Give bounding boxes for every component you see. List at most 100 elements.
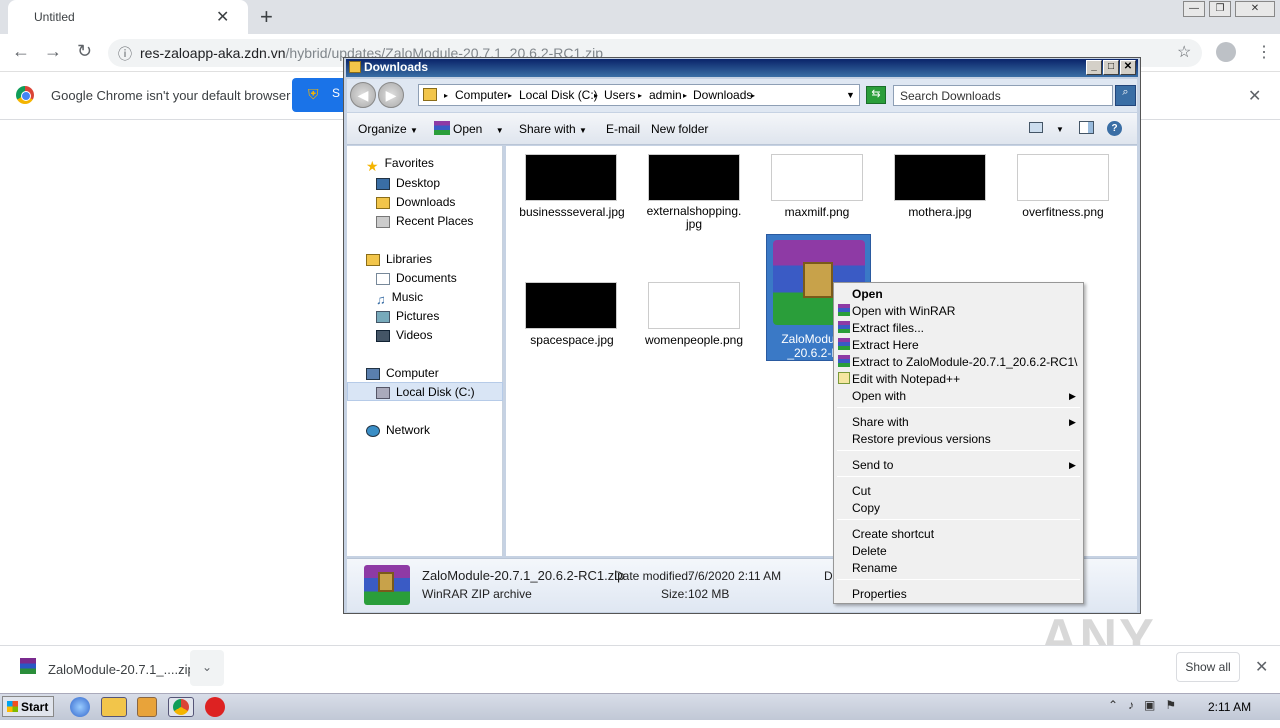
close-window-button[interactable]: ✕ bbox=[1235, 1, 1275, 17]
nav-desktop[interactable]: Desktop bbox=[376, 176, 440, 190]
breadcrumb-admin[interactable]: admin bbox=[649, 88, 682, 102]
menu-copy[interactable]: Copy bbox=[852, 501, 880, 515]
download-shelf-close-icon[interactable]: ✕ bbox=[1255, 657, 1268, 677]
file-thumbnail[interactable] bbox=[771, 154, 863, 201]
reload-icon[interactable]: ↻ bbox=[77, 41, 92, 62]
explorer-back-button[interactable]: ◀ bbox=[350, 82, 376, 108]
submenu-arrow-icon: ▶ bbox=[1069, 460, 1076, 470]
file-name[interactable]: overfitness.png bbox=[1003, 205, 1123, 219]
tab-close-icon[interactable]: ✕ bbox=[216, 7, 229, 27]
menu-extract-here[interactable]: Extract Here bbox=[852, 338, 919, 352]
details-extra: D bbox=[824, 569, 833, 583]
chevron-right-icon[interactable]: ▸ bbox=[444, 91, 448, 100]
nav-favorites[interactable]: ★ Favorites bbox=[366, 156, 434, 174]
menu-delete[interactable]: Delete bbox=[852, 544, 887, 558]
file-thumbnail[interactable] bbox=[1017, 154, 1109, 201]
forward-icon[interactable]: → bbox=[44, 41, 62, 62]
nav-music[interactable]: ♫ Music bbox=[376, 290, 423, 307]
email-button[interactable]: E-mail bbox=[606, 122, 640, 136]
minimize-button[interactable]: — bbox=[1183, 1, 1205, 17]
view-icon[interactable] bbox=[1029, 122, 1043, 133]
bookmark-star-icon[interactable]: ☆ bbox=[1177, 42, 1191, 62]
folder-icon bbox=[423, 88, 437, 101]
file-thumbnail[interactable] bbox=[648, 282, 740, 329]
search-input[interactable]: Search Downloads bbox=[893, 85, 1113, 106]
chevron-right-icon[interactable]: ▸ bbox=[594, 91, 598, 100]
explorer-maximize-button[interactable]: □ bbox=[1103, 60, 1119, 75]
maximize-button[interactable]: ❐ bbox=[1209, 1, 1231, 17]
nav-libraries[interactable]: Libraries bbox=[366, 252, 432, 266]
profile-avatar[interactable] bbox=[1216, 42, 1236, 62]
download-item-name[interactable]: ZaloModule-20.7.1_....zip bbox=[48, 662, 195, 677]
open-button[interactable]: Open ▼ bbox=[453, 122, 504, 136]
menu-rename[interactable]: Rename bbox=[852, 561, 897, 575]
file-thumbnail[interactable] bbox=[648, 154, 740, 201]
submenu-arrow-icon: ▶ bbox=[1069, 417, 1076, 427]
nav-downloads[interactable]: Downloads bbox=[376, 195, 455, 209]
media-player-icon[interactable] bbox=[137, 697, 157, 717]
show-all-button[interactable]: Show all bbox=[1176, 652, 1240, 682]
menu-cut[interactable]: Cut bbox=[852, 484, 871, 498]
chevron-right-icon[interactable]: ▸ bbox=[683, 91, 687, 100]
menu-properties[interactable]: Properties bbox=[852, 587, 907, 601]
ie-icon[interactable] bbox=[70, 697, 90, 717]
file-thumbnail[interactable] bbox=[525, 282, 617, 329]
search-icon[interactable]: ⌕ bbox=[1115, 85, 1136, 106]
download-options-chevron-icon[interactable]: ⌄ bbox=[190, 650, 224, 686]
breadcrumb-downloads[interactable]: Downloads bbox=[693, 88, 752, 102]
clock[interactable]: 2:11 AM bbox=[1208, 700, 1251, 714]
breadcrumb-computer[interactable]: Computer bbox=[455, 88, 508, 102]
refresh-button[interactable]: ⇆ bbox=[866, 86, 886, 104]
back-icon[interactable]: ← bbox=[12, 41, 30, 62]
chevron-down-icon[interactable]: ▼ bbox=[1056, 125, 1064, 134]
breadcrumb-local-disk[interactable]: Local Disk (C:) bbox=[519, 88, 598, 102]
menu-extract-to[interactable]: Extract to ZaloModule-20.7.1_20.6.2-RC1\ bbox=[852, 355, 1077, 369]
explorer-close-button[interactable]: ✕ bbox=[1120, 60, 1136, 75]
nav-recent-places[interactable]: Recent Places bbox=[376, 214, 473, 228]
menu-restore-previous[interactable]: Restore previous versions bbox=[852, 432, 991, 446]
chevron-right-icon[interactable]: ▸ bbox=[751, 91, 755, 100]
file-name[interactable]: businessseveral.jpg bbox=[512, 205, 632, 219]
explorer-titlebar[interactable] bbox=[346, 59, 1138, 77]
share-with-button[interactable]: Share with ▼ bbox=[519, 122, 587, 136]
menu-extract-files[interactable]: Extract files... bbox=[852, 321, 924, 335]
breadcrumb-users[interactable]: Users bbox=[604, 88, 635, 102]
menu-open-with-winrar[interactable]: Open with WinRAR bbox=[852, 304, 955, 318]
file-name[interactable]: maxmilf.png bbox=[757, 205, 877, 219]
file-name[interactable]: spacespace.jpg bbox=[512, 333, 632, 347]
security-alert-icon[interactable] bbox=[205, 697, 225, 717]
explorer-minimize-button[interactable]: _ bbox=[1086, 60, 1102, 75]
menu-create-shortcut[interactable]: Create shortcut bbox=[852, 527, 934, 541]
help-icon[interactable]: ? bbox=[1107, 121, 1122, 136]
menu-open-with[interactable]: Open with bbox=[852, 389, 906, 403]
file-thumbnail[interactable] bbox=[894, 154, 986, 201]
start-button[interactable]: Start bbox=[2, 696, 54, 717]
nav-local-disk[interactable]: Local Disk (C:) bbox=[376, 385, 475, 399]
menu-share-with[interactable]: Share with bbox=[852, 415, 909, 429]
chevron-right-icon[interactable]: ▸ bbox=[638, 91, 642, 100]
file-name[interactable]: womenpeople.png bbox=[634, 333, 754, 347]
system-tray[interactable]: ⌃♪▣⚑ bbox=[1108, 698, 1186, 712]
chevron-down-icon[interactable]: ▼ bbox=[846, 90, 855, 100]
new-tab-button[interactable]: + bbox=[260, 4, 273, 30]
nav-pictures[interactable]: Pictures bbox=[376, 309, 439, 323]
menu-open[interactable]: Open bbox=[852, 287, 883, 301]
file-thumbnail[interactable] bbox=[525, 154, 617, 201]
infobar-close-icon[interactable]: ✕ bbox=[1248, 86, 1261, 106]
nav-documents[interactable]: Documents bbox=[376, 271, 457, 285]
new-folder-button[interactable]: New folder bbox=[651, 122, 708, 136]
organize-button[interactable]: Organize ▼ bbox=[358, 122, 418, 136]
file-name[interactable]: mothera.jpg bbox=[880, 205, 1000, 219]
menu-icon[interactable]: ⋮ bbox=[1256, 42, 1272, 62]
info-icon[interactable]: ⓘ bbox=[118, 44, 132, 64]
chevron-right-icon[interactable]: ▸ bbox=[508, 91, 512, 100]
explorer-taskbar-icon[interactable] bbox=[101, 697, 127, 717]
file-name[interactable]: externalshopping.jpg bbox=[646, 205, 742, 231]
menu-send-to[interactable]: Send to bbox=[852, 458, 893, 472]
preview-pane-icon[interactable] bbox=[1079, 121, 1094, 134]
nav-videos[interactable]: Videos bbox=[376, 328, 432, 342]
menu-edit-notepad[interactable]: Edit with Notepad++ bbox=[852, 372, 960, 386]
nav-computer[interactable]: Computer bbox=[366, 366, 439, 380]
nav-network[interactable]: Network bbox=[366, 423, 430, 437]
explorer-forward-button[interactable]: ▶ bbox=[378, 82, 404, 108]
